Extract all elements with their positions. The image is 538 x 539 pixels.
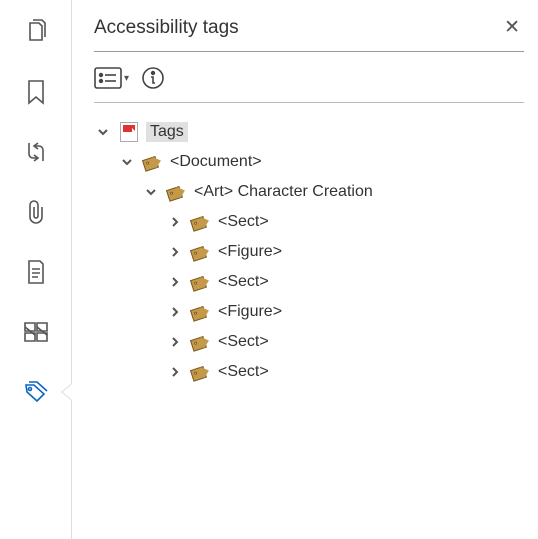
tree-node-label[interactable]: <Sect> [218, 273, 269, 291]
tag-icon [190, 212, 212, 232]
tag-icon [190, 272, 212, 292]
tags-tree: Tags <Document> <Art> Character Creation… [94, 117, 524, 387]
tag-icon [190, 242, 212, 262]
tag-icon [190, 302, 212, 322]
rail-bookmark-icon[interactable] [22, 78, 50, 106]
chevron-right-icon[interactable] [166, 306, 184, 318]
chevron-right-icon[interactable] [166, 246, 184, 258]
pdf-icon [118, 122, 140, 142]
tree-node[interactable]: <Sect> [94, 267, 524, 297]
tree-root-node[interactable]: Tags [94, 117, 524, 147]
options-menu-button[interactable]: ▾ [94, 67, 129, 89]
tree-node-label[interactable]: <Figure> [218, 243, 282, 261]
chevron-down-icon[interactable] [142, 186, 160, 198]
tree-node[interactable]: <Sect> [94, 357, 524, 387]
panel-header: Accessibility tags ✕ [94, 14, 524, 52]
sidebar-rail [0, 0, 72, 539]
panel-toolbar: ▾ [94, 52, 524, 103]
tree-node[interactable]: <Sect> [94, 207, 524, 237]
chevron-down-icon[interactable] [94, 126, 112, 138]
chevron-down-icon[interactable] [118, 156, 136, 168]
tree-node[interactable]: <Figure> [94, 237, 524, 267]
chevron-right-icon[interactable] [166, 366, 184, 378]
chevron-right-icon[interactable] [166, 216, 184, 228]
accessibility-tags-panel: Accessibility tags ✕ ▾ Tags <Document> [72, 0, 538, 539]
rail-content-icon[interactable] [22, 258, 50, 286]
tree-node-label[interactable]: <Sect> [218, 333, 269, 351]
tag-icon [166, 182, 188, 202]
chevron-right-icon[interactable] [166, 276, 184, 288]
tree-node[interactable]: <Sect> [94, 327, 524, 357]
panel-title: Accessibility tags [94, 17, 239, 39]
tree-node-label[interactable]: <Art> Character Creation [194, 183, 373, 201]
tree-node-label[interactable]: <Figure> [218, 303, 282, 321]
options-caret-icon: ▾ [124, 73, 129, 84]
rail-tags-icon[interactable] [22, 378, 50, 406]
rail-pages-icon[interactable] [22, 18, 50, 46]
rail-stamps-icon[interactable] [22, 318, 50, 346]
tree-node-document[interactable]: <Document> [94, 147, 524, 177]
tag-icon [142, 152, 164, 172]
tree-node-label[interactable]: <Document> [170, 153, 262, 171]
chevron-right-icon[interactable] [166, 336, 184, 348]
tag-icon [190, 362, 212, 382]
rail-attachment-icon[interactable] [22, 198, 50, 226]
rail-reorder-icon[interactable] [22, 138, 50, 166]
tree-node-label[interactable]: <Sect> [218, 213, 269, 231]
tag-icon [190, 332, 212, 352]
close-button[interactable]: ✕ [500, 14, 524, 41]
tree-node[interactable]: <Figure> [94, 297, 524, 327]
tree-node-art[interactable]: <Art> Character Creation [94, 177, 524, 207]
tree-root-label[interactable]: Tags [146, 122, 188, 142]
tree-node-label[interactable]: <Sect> [218, 363, 269, 381]
info-button[interactable] [141, 66, 165, 90]
